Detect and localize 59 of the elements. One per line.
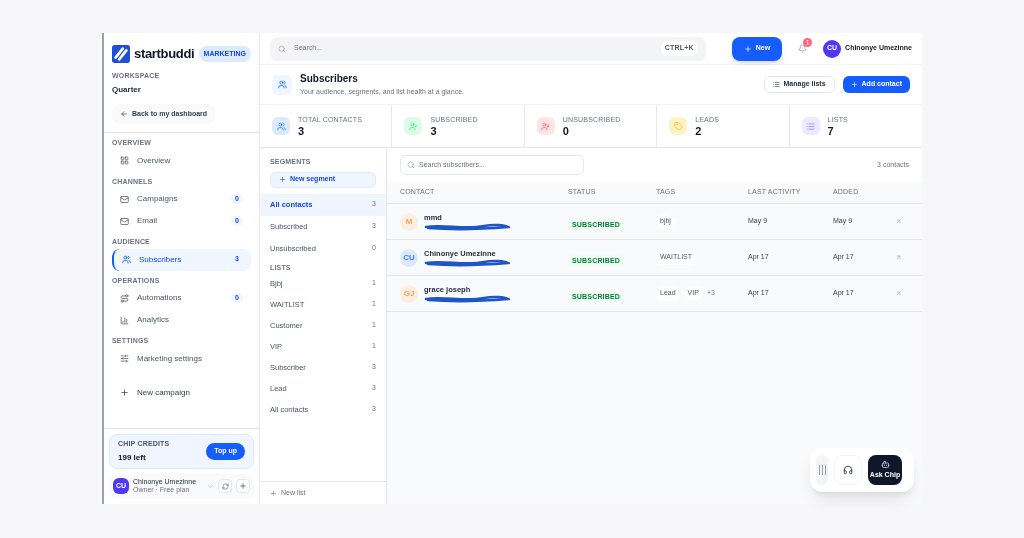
page-icon <box>272 74 292 95</box>
list-icon <box>772 81 780 88</box>
brand-name: startbuddi <box>134 45 195 64</box>
plus-icon <box>239 482 247 491</box>
nav-label: Analytics <box>137 314 169 326</box>
grid-icon <box>120 156 129 165</box>
nav-item[interactable]: Overview <box>112 149 251 172</box>
search-icon <box>407 161 415 169</box>
route-icon <box>120 293 129 303</box>
open-arrow-icon[interactable] <box>895 290 902 297</box>
workspace-name: Quarter <box>112 83 142 96</box>
headphones-icon <box>843 465 853 475</box>
plus-icon <box>743 44 752 53</box>
sliders-icon <box>120 354 129 363</box>
nav-label: Automations <box>137 292 182 304</box>
bar-chart-icon <box>120 315 129 325</box>
robot-icon <box>880 459 890 469</box>
open-arrow-icon[interactable] <box>895 254 902 261</box>
open-arrow-icon[interactable] <box>895 218 902 225</box>
search-icon <box>278 44 286 53</box>
nav-label: Overview <box>137 154 171 167</box>
stat-value: 0 <box>562 126 570 138</box>
back-arrow-icon <box>120 109 128 118</box>
nav-label: Campaigns <box>137 193 178 205</box>
tag-icon <box>673 121 683 131</box>
stat-value: 3 <box>430 126 438 138</box>
refresh-icon <box>221 482 229 490</box>
users-icon <box>122 255 131 264</box>
stat-value: 3 <box>298 126 306 138</box>
nav-label: Subscribers <box>139 253 182 266</box>
drag-handle-icon[interactable] <box>816 455 828 485</box>
headphones-button[interactable] <box>834 455 862 485</box>
plus-icon <box>850 81 858 88</box>
list-icon <box>806 121 816 131</box>
contact-avatar: CU <box>400 248 418 267</box>
add-button[interactable] <box>236 479 250 494</box>
page-title: Subscribers <box>300 72 359 87</box>
nav-item[interactable]: Analytics <box>112 309 251 331</box>
nav-label: Marketing settings <box>137 352 202 365</box>
mail-icon <box>120 216 129 226</box>
contact-avatar: GJ <box>400 284 418 303</box>
logo-icon <box>112 45 130 63</box>
plus-icon <box>270 489 277 497</box>
user-plus-icon <box>541 121 551 131</box>
refresh-button[interactable] <box>218 479 232 494</box>
stat-value: 7 <box>827 126 835 138</box>
new-campaign-link[interactable]: New campaign <box>112 381 251 404</box>
credits-value: 199 left <box>118 451 147 464</box>
mail-icon <box>120 194 129 204</box>
users-icon <box>276 121 286 131</box>
nav-item[interactable]: Marketing settings <box>112 347 251 370</box>
plus-icon <box>279 176 286 183</box>
user-check-icon <box>408 121 418 131</box>
stat-value: 2 <box>695 126 703 138</box>
chevron-icon[interactable] <box>207 482 214 490</box>
contact-avatar: M <box>400 212 418 231</box>
bell-icon[interactable] <box>798 44 808 53</box>
nav-label: Email <box>137 215 157 227</box>
plus-icon <box>120 388 129 397</box>
